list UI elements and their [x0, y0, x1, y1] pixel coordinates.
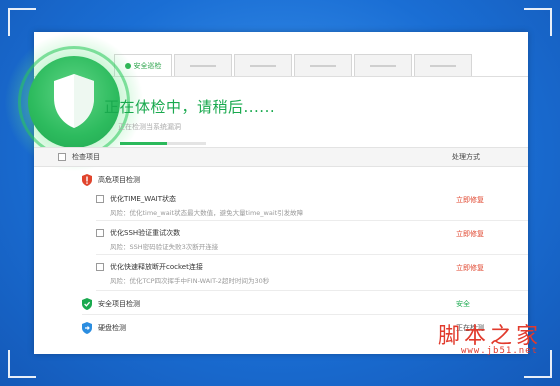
item-risk: 风险：优化TCP四次挥手中FIN-WAIT-2超时时间为30秒 [110, 277, 270, 285]
watermark-url: www.jb51.net [460, 346, 538, 356]
scan-progress-fill [120, 142, 168, 145]
danger-shield-icon [82, 174, 92, 186]
tab-placeholder[interactable] [414, 54, 472, 76]
item-title: 优化SSH验证重试次数 [110, 229, 181, 237]
scan-status-title: 正在体检中，请稍后...... [104, 98, 276, 116]
select-all-checkbox[interactable] [58, 153, 66, 161]
tab-stub [370, 64, 396, 67]
item-title: 优化快速释放断开cocket连接 [110, 263, 203, 271]
item-risk: 风险：SSH密码验证失败3次断开连接 [110, 243, 219, 251]
row-divider [82, 314, 528, 315]
shield-icon [54, 74, 94, 128]
tab-stub [430, 64, 456, 67]
section-safe[interactable]: 安全项目检测 安全 [82, 298, 528, 310]
frame-corner [8, 350, 36, 378]
safe-shield-icon [82, 298, 92, 310]
fix-now-button[interactable]: 立即修复 [456, 195, 484, 205]
scan-progress-bar [120, 142, 206, 145]
table-header: 检查项目 处理方式 [34, 147, 528, 167]
list-item: 优化TIME_WAIT状态 风险：优化time_wait状态最大数值，避免大量t… [96, 194, 528, 217]
tab-placeholder[interactable] [234, 54, 292, 76]
section-label: 高危项目检测 [98, 176, 140, 184]
fix-now-button[interactable]: 立即修复 [456, 263, 484, 273]
tab-stub [250, 64, 276, 67]
section-label: 安全项目检测 [98, 300, 140, 308]
scan-window: 安全巡检 正在体检中，请稍后...... 正在检测当系统漏洞 检查项目 处理方式 [4, 32, 528, 354]
disk-check-icon [82, 322, 92, 334]
section-label: 硬盘检测 [98, 324, 126, 332]
row-divider [96, 220, 528, 221]
tab-placeholder[interactable] [294, 54, 352, 76]
row-divider [96, 290, 528, 291]
row-divider [96, 254, 528, 255]
section-danger[interactable]: 高危项目检测 [82, 174, 140, 186]
item-checkbox[interactable] [96, 195, 104, 203]
tab-bar: 安全巡检 [114, 54, 474, 76]
scan-status-subtitle: 正在检测当系统漏洞 [118, 123, 181, 131]
item-checkbox[interactable] [96, 263, 104, 271]
tab-stub [310, 64, 336, 67]
column-header-item: 检查项目 [72, 153, 100, 161]
frame-corner [524, 8, 552, 36]
item-risk: 风险：优化time_wait状态最大数值，避免大量time_wait引发故障 [110, 209, 304, 217]
fix-now-button[interactable]: 立即修复 [456, 229, 484, 239]
tab-placeholder[interactable] [174, 54, 232, 76]
column-header-action: 处理方式 [452, 153, 480, 161]
section-status: 安全 [456, 300, 470, 308]
item-checkbox[interactable] [96, 229, 104, 237]
list-item: 优化SSH验证重试次数 风险：SSH密码验证失败3次断开连接 立即修复 [96, 228, 528, 251]
list-item: 优化快速释放断开cocket连接 风险：优化TCP四次挥手中FIN-WAIT-2… [96, 262, 528, 285]
item-title: 优化TIME_WAIT状态 [110, 195, 176, 203]
tab-stub [190, 64, 216, 67]
tab-placeholder[interactable] [354, 54, 412, 76]
